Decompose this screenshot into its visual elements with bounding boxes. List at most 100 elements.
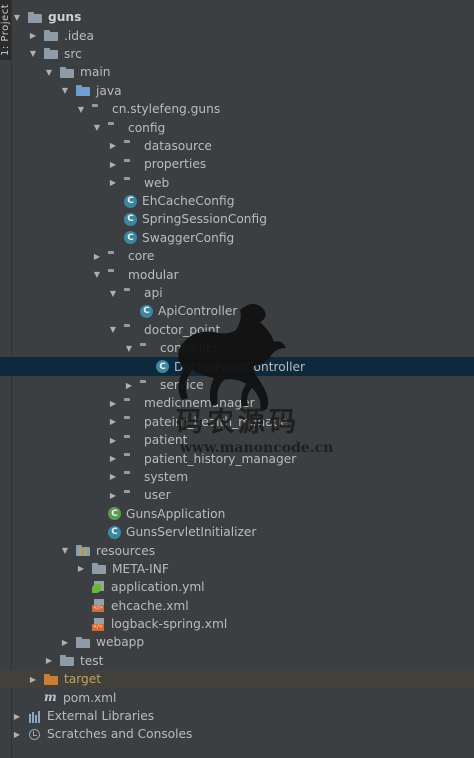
tree-row[interactable]: ▶ service bbox=[12, 376, 474, 394]
tree-row[interactable]: ▶ target bbox=[0, 670, 474, 689]
project-tool-window: 1: Project ▼ guns ▶ .idea ▼ src ▼ main ▼ java ▼ cn.… bbox=[0, 0, 474, 758]
tree-row[interactable]: ▼ config bbox=[12, 118, 474, 136]
tree-row[interactable]: ▶ test bbox=[12, 652, 474, 670]
expand-arrow-icon[interactable]: ▶ bbox=[108, 417, 118, 427]
tree-row-label: cn.stylefeng.guns bbox=[112, 102, 221, 117]
tree-row[interactable]: ▶ datasource bbox=[12, 137, 474, 155]
resources-folder-icon bbox=[76, 544, 91, 557]
package-icon bbox=[124, 470, 139, 483]
expand-arrow-icon[interactable]: ▶ bbox=[76, 564, 86, 574]
tree-row-label: EhCacheConfig bbox=[142, 194, 235, 209]
tree-row-label: ApiController bbox=[158, 304, 238, 319]
expand-arrow-icon[interactable]: ▶ bbox=[44, 656, 54, 666]
tree-row[interactable]: ▶ patient bbox=[12, 431, 474, 449]
tree-row[interactable]: ▼ api bbox=[12, 284, 474, 302]
tree-row[interactable]: C SwaggerConfig bbox=[12, 229, 474, 247]
collapse-arrow-icon[interactable]: ▼ bbox=[12, 12, 22, 22]
expand-arrow-icon[interactable]: ▶ bbox=[108, 178, 118, 188]
tree-row[interactable]: ▶ web bbox=[12, 174, 474, 192]
tree-row[interactable]: C ApiController bbox=[12, 302, 474, 320]
expand-arrow-icon[interactable]: ▶ bbox=[108, 472, 118, 482]
tree-row-label: system bbox=[144, 469, 189, 484]
tree-row-label: web bbox=[144, 175, 170, 190]
tree-row[interactable]: ▼ src bbox=[12, 45, 474, 63]
collapse-arrow-icon[interactable]: ▼ bbox=[44, 67, 54, 77]
package-icon bbox=[124, 139, 139, 152]
tree-row[interactable]: ▼ doctor_point bbox=[12, 321, 474, 339]
tree-row[interactable]: C GunsServletInitializer bbox=[12, 523, 474, 541]
tree-row[interactable]: ▶ Scratches and Consoles bbox=[12, 725, 474, 743]
package-icon bbox=[124, 158, 139, 171]
expand-arrow-icon[interactable]: ▶ bbox=[28, 674, 38, 684]
expand-arrow-icon[interactable]: ▶ bbox=[108, 398, 118, 408]
expand-arrow-icon[interactable]: ▶ bbox=[12, 729, 22, 739]
tree-row-label: guns bbox=[48, 10, 82, 25]
tree-row[interactable]: ▼ guns bbox=[12, 8, 474, 26]
expand-arrow-icon[interactable]: ▶ bbox=[108, 490, 118, 500]
expand-arrow-icon[interactable]: ▶ bbox=[92, 251, 102, 261]
package-icon bbox=[140, 342, 155, 355]
tree-row[interactable]: ▶ External Libraries bbox=[12, 707, 474, 725]
collapse-arrow-icon[interactable]: ▼ bbox=[28, 49, 38, 59]
collapse-arrow-icon[interactable]: ▼ bbox=[60, 546, 70, 556]
tree-row-label: patient_history_manager bbox=[144, 451, 297, 466]
expand-arrow-icon[interactable]: ▶ bbox=[12, 711, 22, 721]
expand-arrow-icon[interactable]: ▶ bbox=[108, 435, 118, 445]
expand-arrow-icon[interactable]: ▶ bbox=[108, 159, 118, 169]
java-class-icon: C bbox=[124, 231, 137, 245]
tree-row[interactable]: ▶ pateint_health_manage bbox=[12, 413, 474, 431]
tree-row-label: datasource bbox=[144, 138, 212, 153]
collapse-arrow-icon[interactable]: ▼ bbox=[92, 123, 102, 133]
tree-row-label: SpringSessionConfig bbox=[142, 212, 267, 227]
tree-row[interactable]: ▼ controller bbox=[12, 339, 474, 357]
tree-row[interactable]: ▶ webapp bbox=[12, 633, 474, 651]
collapse-arrow-icon[interactable]: ▼ bbox=[76, 104, 86, 114]
tree-row-label: resources bbox=[96, 543, 156, 558]
collapse-arrow-icon[interactable]: ▼ bbox=[60, 86, 70, 96]
tree-row[interactable]: C DoctorPointController bbox=[0, 357, 474, 376]
tree-row[interactable]: ▶ medicinemanager bbox=[12, 394, 474, 412]
package-icon bbox=[108, 268, 123, 281]
tree-row-label: pom.xml bbox=[63, 690, 117, 705]
collapse-arrow-icon[interactable]: ▼ bbox=[124, 343, 134, 353]
tree-row[interactable]: ▼ java bbox=[12, 82, 474, 100]
tree-row[interactable]: ▼ modular bbox=[12, 265, 474, 283]
tree-row[interactable]: ▶ META-INF bbox=[12, 560, 474, 578]
java-class-icon: C bbox=[124, 212, 137, 226]
collapse-arrow-icon[interactable]: ▼ bbox=[92, 270, 102, 280]
tree-row[interactable]: ▼ resources bbox=[12, 541, 474, 559]
expand-arrow-icon[interactable]: ▶ bbox=[28, 31, 38, 41]
tree-row[interactable]: application.yml bbox=[12, 578, 474, 596]
expand-arrow-icon[interactable]: ▶ bbox=[124, 380, 134, 390]
expand-arrow-icon[interactable]: ▶ bbox=[108, 141, 118, 151]
expand-arrow-icon[interactable]: ▶ bbox=[108, 454, 118, 464]
tree-row[interactable]: ▶ core bbox=[12, 247, 474, 265]
package-icon bbox=[124, 415, 139, 428]
tree-row[interactable]: ▼ cn.stylefeng.guns bbox=[12, 100, 474, 118]
tree-row[interactable]: ▶ patient_history_manager bbox=[12, 449, 474, 467]
tree-row[interactable]: C EhCacheConfig bbox=[12, 192, 474, 210]
project-tree[interactable]: ▼ guns ▶ .idea ▼ src ▼ main ▼ java ▼ cn.stylefeng.g… bbox=[0, 8, 474, 744]
tree-row[interactable]: m pom.xml bbox=[12, 688, 474, 706]
collapse-arrow-icon[interactable]: ▼ bbox=[108, 288, 118, 298]
tree-row[interactable]: ▶ system bbox=[12, 468, 474, 486]
tree-row[interactable]: logback-spring.xml bbox=[12, 615, 474, 633]
expand-arrow-icon[interactable]: ▶ bbox=[60, 637, 70, 647]
tree-row[interactable]: C SpringSessionConfig bbox=[12, 210, 474, 228]
tree-row-label: target bbox=[64, 672, 102, 687]
tree-row[interactable]: ▶ properties bbox=[12, 155, 474, 173]
tree-row[interactable]: ▼ main bbox=[12, 63, 474, 81]
xml-file-icon bbox=[92, 599, 106, 613]
collapse-arrow-icon[interactable]: ▼ bbox=[108, 325, 118, 335]
java-class-icon: C bbox=[124, 194, 137, 208]
maven-pom-icon: m bbox=[44, 690, 57, 705]
tree-row[interactable]: ▶ .idea bbox=[12, 26, 474, 44]
tree-row[interactable]: ehcache.xml bbox=[12, 597, 474, 615]
tree-row-label: GunsServletInitializer bbox=[126, 525, 257, 540]
project-tool-tab[interactable]: 1: Project bbox=[0, 0, 11, 60]
tree-row-label: service bbox=[160, 378, 204, 392]
tree-row-label: application.yml bbox=[111, 580, 205, 595]
tree-row[interactable]: ▶ user bbox=[12, 486, 474, 504]
tree-row[interactable]: C GunsApplication bbox=[12, 505, 474, 523]
tool-window-strip: 1: Project bbox=[0, 0, 12, 758]
